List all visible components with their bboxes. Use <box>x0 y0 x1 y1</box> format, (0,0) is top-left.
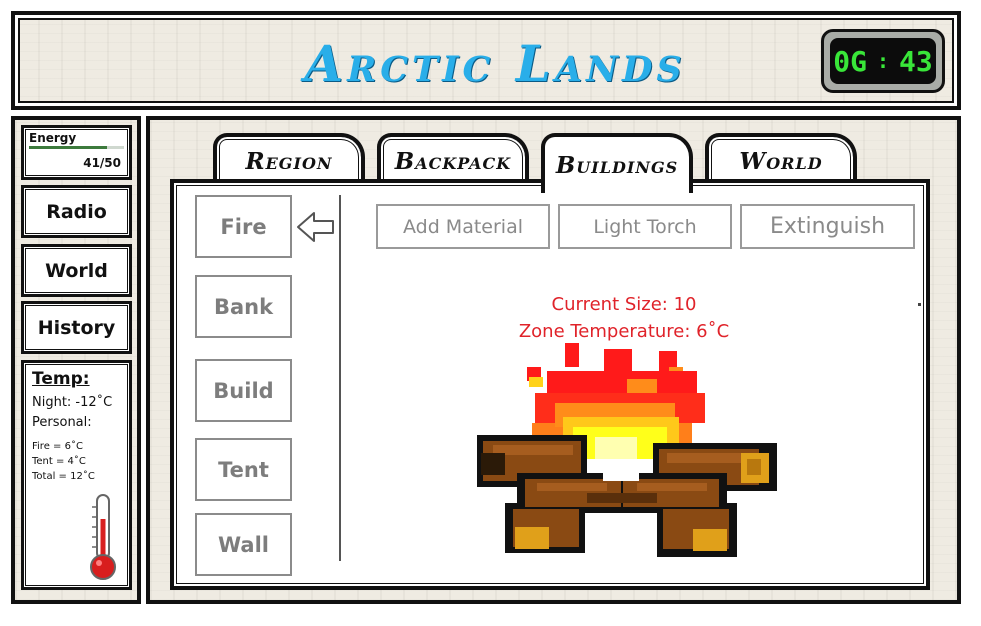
stray-dot <box>918 303 921 306</box>
campfire-icon <box>477 343 777 557</box>
zone-temperature-text: Zone Temperature: 6˚C <box>518 321 730 342</box>
tab-backpack[interactable]: Backpack <box>377 133 529 185</box>
temp-title: Temp: <box>32 369 90 389</box>
temp-night: Night: -12˚C <box>32 395 113 410</box>
clock-colon: : <box>876 49 890 73</box>
fire-size-text: Current Size: 10 <box>551 294 697 315</box>
temp-tent: Tent = 4˚C <box>32 456 86 467</box>
vertical-divider <box>339 195 341 561</box>
temp-fire: Fire = 6˚C <box>32 441 83 452</box>
light-torch-button[interactable]: Light Torch <box>558 204 732 249</box>
energy-bar-fill <box>29 146 107 149</box>
temperature-panel: Temp: Night: -12˚C Personal: Fire = 6˚C … <box>21 360 132 590</box>
header-banner: Arctic Lands 0G : 43 <box>11 11 961 110</box>
energy-value: 41/50 <box>83 156 121 170</box>
temp-total: Total = 12˚C <box>32 471 95 482</box>
buildings-content: Fire Bank Build Tent Wall Add Material L… <box>170 179 930 590</box>
main-panel: Region Backpack Buildings World Fire Ban… <box>146 116 961 604</box>
energy-label: Energy <box>29 131 77 145</box>
thermometer-icon <box>90 494 116 580</box>
building-wall-button[interactable]: Wall <box>195 513 292 576</box>
tab-world[interactable]: World <box>705 133 857 185</box>
temp-personal: Personal: <box>32 415 92 430</box>
radio-button[interactable]: Radio <box>21 185 132 238</box>
building-fire-button[interactable]: Fire <box>195 195 292 258</box>
sidebar: Energy 41/50 Radio World History Temp: N… <box>11 116 141 604</box>
energy-meter: Energy 41/50 <box>21 125 132 180</box>
tab-region[interactable]: Region <box>213 133 365 185</box>
building-tent-button[interactable]: Tent <box>195 438 292 501</box>
clock-display: 0G : 43 <box>821 29 945 93</box>
game-title: Arctic Lands <box>304 34 686 93</box>
clock-right-digits: 43 <box>899 44 933 78</box>
clock-screen: 0G : 43 <box>830 38 936 84</box>
energy-bar <box>29 146 124 149</box>
arrow-left-icon <box>297 212 334 242</box>
history-button[interactable]: History <box>21 301 132 354</box>
add-material-button[interactable]: Add Material <box>376 204 550 249</box>
clock-left-digits: 0G <box>833 44 867 78</box>
extinguish-button[interactable]: Extinguish <box>740 204 915 249</box>
building-bank-button[interactable]: Bank <box>195 275 292 338</box>
building-build-button[interactable]: Build <box>195 359 292 422</box>
tab-buildings[interactable]: Buildings <box>541 133 693 193</box>
world-button[interactable]: World <box>21 244 132 297</box>
